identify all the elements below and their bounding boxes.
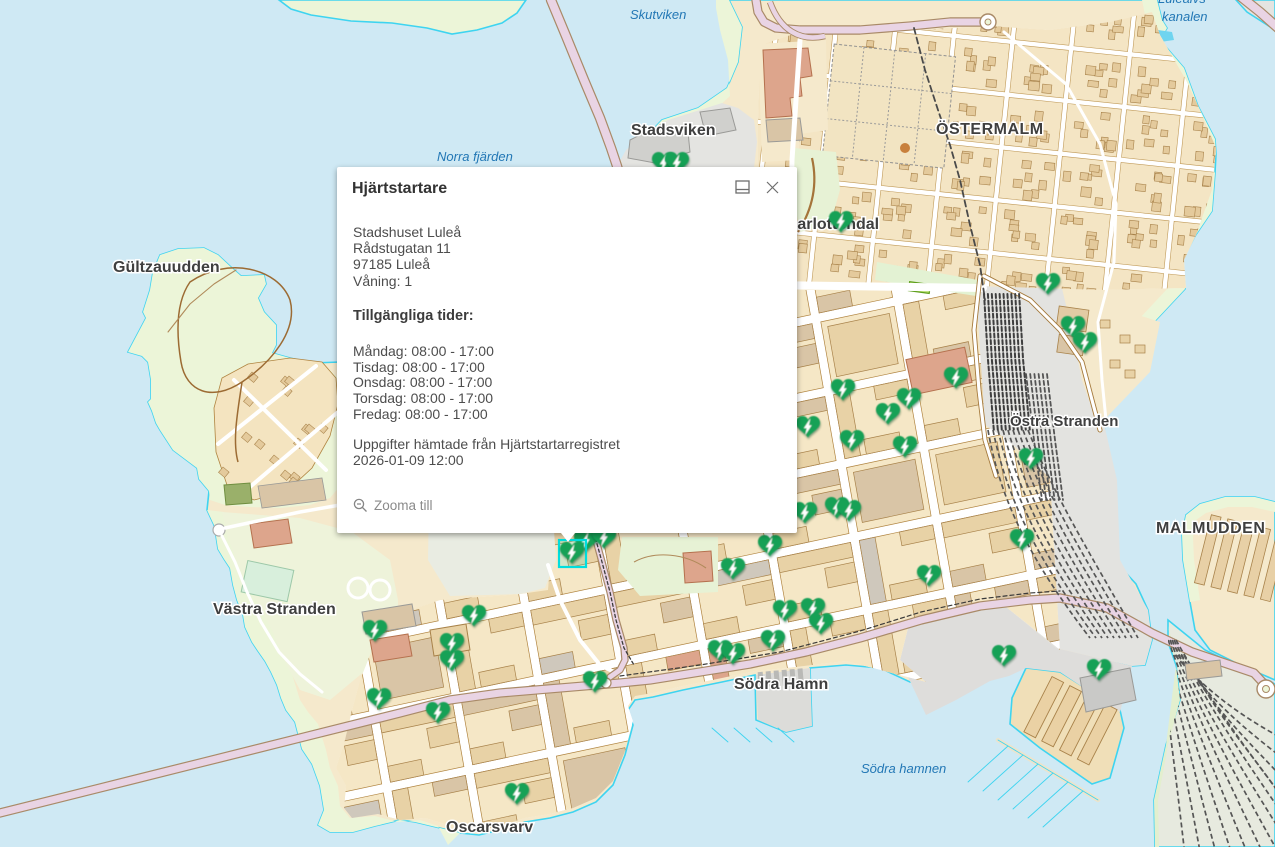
svg-text:Östra Stranden: Östra Stranden [1010,413,1118,430]
svg-text:MALMUDDEN: MALMUDDEN [1156,520,1265,537]
svg-text:Södra Hamn: Södra Hamn [734,676,828,693]
svg-text:Oscarsvarv: Oscarsvarv [446,819,533,836]
svg-text:Västra Stranden: Västra Stranden [213,601,336,618]
svg-text:Södra hamnen: Södra hamnen [861,761,946,776]
svg-text:kanalen: kanalen [1162,9,1208,24]
svg-text:ÖSTERMALM: ÖSTERMALM [936,119,1044,138]
svg-text:Gültzauudden: Gültzauudden [113,259,220,276]
svg-text:Norra fjärden: Norra fjärden [437,149,513,164]
svg-text:Skutviken: Skutviken [630,7,686,22]
svg-text:Luleälvs: Luleälvs [1158,0,1206,6]
svg-text:Stadsviken: Stadsviken [631,122,715,139]
